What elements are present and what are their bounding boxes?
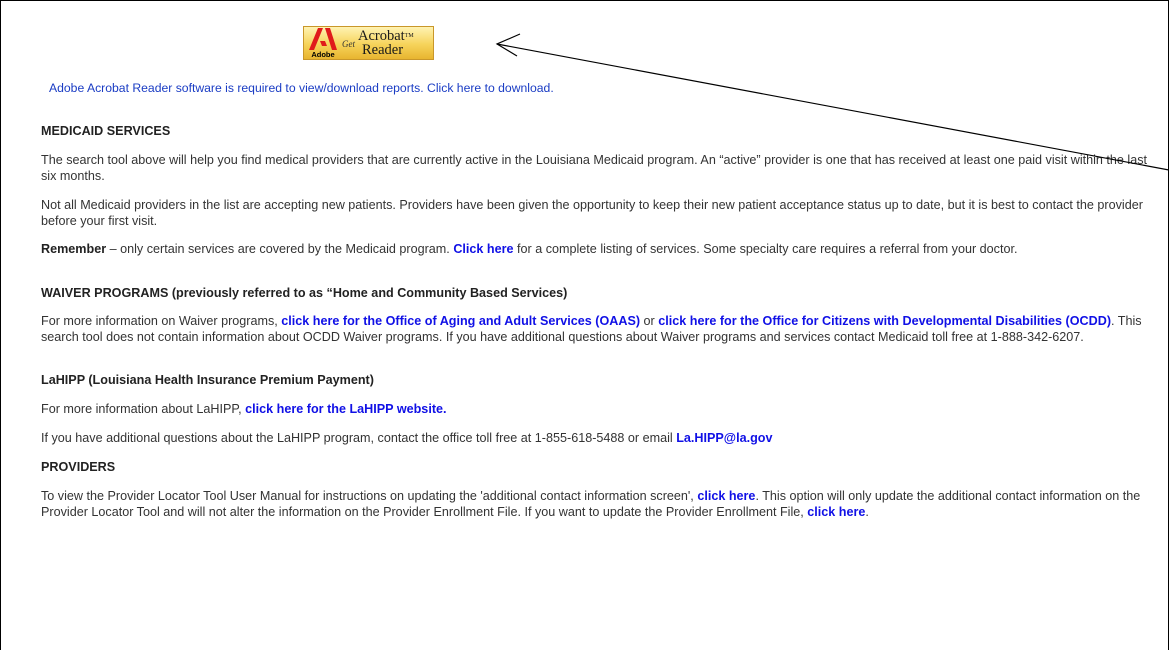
adobe-a-icon: [309, 28, 337, 50]
acrobat-reader-wordmark: AcrobatTM Reader: [358, 29, 414, 58]
ocdd-link[interactable]: click here for the Office for Citizens w…: [658, 314, 1111, 328]
lahipp-heading: LaHIPP (Louisiana Health Insurance Premi…: [41, 373, 374, 387]
lahipp-paragraph-2: If you have additional questions about t…: [41, 431, 1165, 447]
lahipp-paragraph-1: For more information about LaHIPP, click…: [41, 402, 1165, 418]
medicaid-paragraph-2: Not all Medicaid providers in the list a…: [41, 198, 1143, 228]
lahipp-website-link[interactable]: click here for the LaHIPP website.: [245, 402, 446, 416]
medicaid-paragraph-1: The search tool above will help you find…: [41, 153, 1148, 183]
providers-text-c: .: [865, 504, 869, 519]
medicaid-heading: MEDICAID SERVICES: [41, 124, 171, 138]
providers-text-a: To view the Provider Locator Tool User M…: [41, 489, 698, 503]
adobe-logo-icon: Adobe: [307, 27, 339, 59]
trademark-mark: TM: [404, 33, 414, 39]
lahipp-p1-text: For more information about LaHIPP,: [41, 402, 246, 416]
oaas-link[interactable]: click here for the Office of Aging and A…: [281, 314, 640, 328]
get-label: Get: [342, 39, 355, 50]
medicaid-p3-text-a: – only certain services are covered by t…: [106, 242, 454, 256]
page-frame: Adobe Get AcrobatTM Reader Adobe Acrobat…: [0, 0, 1169, 650]
acrobat-word-row: AcrobatTM: [358, 29, 414, 44]
medicaid-paragraph-3: Remember – only certain services are cov…: [41, 242, 1165, 258]
providers-paragraph: To view the Provider Locator Tool User M…: [41, 489, 1165, 520]
remember-label: Remember: [41, 242, 107, 256]
lahipp-p2-text: If you have additional questions about t…: [41, 431, 677, 445]
medicaid-p3-text-b: for a complete listing of services. Some…: [513, 242, 1018, 256]
get-acrobat-reader-button[interactable]: Adobe Get AcrobatTM Reader: [303, 26, 434, 60]
waiver-text-b: or: [640, 314, 659, 328]
waiver-paragraph: For more information on Waiver programs,…: [41, 314, 1165, 345]
services-listing-link[interactable]: Click here: [453, 242, 513, 256]
lahipp-email-link[interactable]: La.HIPP@la.gov: [676, 431, 772, 445]
acrobat-badge-wrap: Adobe Get AcrobatTM Reader: [303, 26, 434, 60]
waiver-heading: WAIVER PROGRAMS (previously referred to …: [41, 286, 568, 300]
enrollment-file-link[interactable]: click here: [807, 505, 865, 519]
waiver-text-a: For more information on Waiver programs,: [41, 314, 282, 328]
user-manual-link[interactable]: click here: [697, 489, 755, 503]
adobe-label: Adobe: [311, 50, 335, 59]
acrobat-download-link[interactable]: Adobe Acrobat Reader software is require…: [49, 81, 554, 97]
providers-heading: PROVIDERS: [41, 460, 116, 474]
reader-word: Reader: [362, 42, 404, 58]
